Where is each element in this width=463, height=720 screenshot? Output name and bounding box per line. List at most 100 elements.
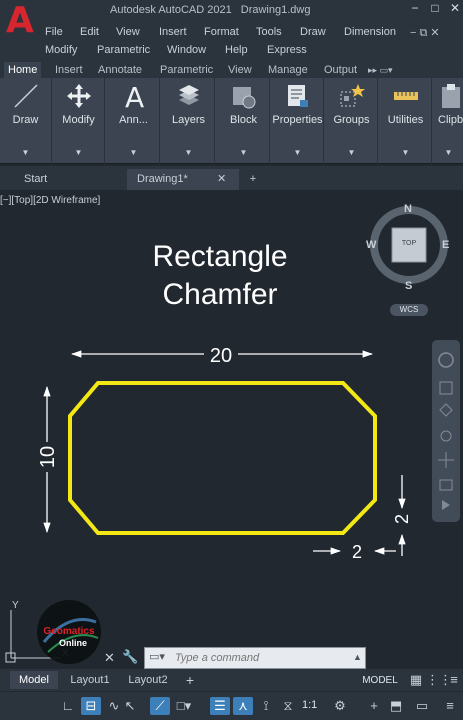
groups-icon: [340, 84, 365, 107]
wcs-menu[interactable]: WCS: [390, 304, 428, 316]
svg-text:A: A: [125, 82, 144, 110]
tab-parametric[interactable]: Parametric: [156, 62, 217, 78]
tab-manage[interactable]: Manage: [264, 62, 312, 78]
compass-south[interactable]: S: [405, 280, 412, 292]
command-line: ✕ 🔧 ▭▾ ▲: [100, 647, 366, 669]
add-icon[interactable]: +: [364, 697, 384, 715]
hardware-acceleration-icon[interactable]: ▭: [412, 697, 432, 715]
ribbon-block-button[interactable]: Block ▼: [218, 78, 270, 164]
selection-cycling-icon[interactable]: ⋏: [233, 697, 253, 715]
viewport-controls[interactable]: [−][Top][2D Wireframe]: [0, 195, 100, 206]
menu-file[interactable]: File: [45, 26, 63, 38]
menu-parametric[interactable]: Parametric: [97, 44, 150, 56]
lineweight-icon[interactable]: ☰: [210, 697, 230, 715]
ribbon-layers-button[interactable]: Layers ▼: [163, 78, 215, 164]
ribbon-groups-label: Groups: [333, 114, 370, 126]
workspace-gear-icon[interactable]: ⚙: [330, 697, 350, 715]
autocad-logo-icon: A: [6, 0, 34, 41]
menu-view[interactable]: View: [116, 26, 140, 38]
tab-layout2[interactable]: Layout2: [122, 671, 174, 689]
command-expand-icon[interactable]: ▲: [353, 652, 362, 662]
compass-north[interactable]: N: [404, 203, 412, 215]
polar-tracking-icon[interactable]: ↖: [120, 697, 140, 715]
menu-help[interactable]: Help: [225, 44, 248, 56]
new-tab-button[interactable]: +: [246, 169, 260, 190]
status-menu-icon[interactable]: ≡: [444, 671, 463, 689]
tab-layout1[interactable]: Layout1: [64, 671, 116, 689]
tab-start[interactable]: Start: [0, 169, 125, 190]
tab-drawing1[interactable]: Drawing1* ✕: [127, 169, 239, 190]
title-app-name: Autodesk AutoCAD 2021: [110, 4, 232, 16]
ribbon-properties-label: Properties: [272, 114, 323, 126]
menu-edit[interactable]: Edit: [80, 26, 99, 38]
chevron-down-icon: ▼: [21, 148, 30, 157]
viewcube-top-face[interactable]: TOP: [392, 240, 426, 247]
title-file-name: Drawing1.dwg: [240, 4, 311, 16]
tab-view[interactable]: View: [224, 62, 256, 78]
menu-format[interactable]: Format: [204, 26, 239, 38]
status-bar: ∟ ⊟ ∿ ↖ ⟋ □▾ ☰ ⋏ ⟟ ⧖ 1:1 ⚙ + ⬒ ▭ ≡: [0, 692, 463, 720]
tab-drawing1-label: Drawing1*: [137, 173, 188, 185]
object-snap-tracking-icon[interactable]: ⟋: [150, 697, 170, 715]
tab-output[interactable]: Output: [320, 62, 361, 78]
command-input[interactable]: [175, 652, 345, 664]
move-icon: [67, 84, 91, 108]
ribbon-draw-button[interactable]: Draw ▼: [0, 78, 52, 164]
annotation-monitor-icon[interactable]: ⟟: [256, 697, 276, 715]
window-title: Autodesk AutoCAD 2021 Drawing1.dwg: [110, 4, 316, 16]
menu-window[interactable]: Window: [167, 44, 206, 56]
infer-constraints-icon[interactable]: ∟: [58, 697, 78, 715]
ribbon-clipboard-button[interactable]: Clipb ▼: [434, 78, 463, 164]
annotation-scale[interactable]: 1:1: [302, 699, 317, 711]
units-icon[interactable]: ⧖: [278, 697, 298, 715]
restore-down-icon[interactable]: − ⧉ ✕: [410, 26, 440, 40]
chamfered-rectangle[interactable]: [68, 381, 377, 535]
viewcube[interactable]: N S E W TOP WCS: [365, 203, 453, 318]
tab-insert[interactable]: Insert: [51, 62, 87, 78]
ribbon-clipboard-label: Clipb: [438, 114, 463, 126]
ribbon-panel: Draw ▼ Modify ▼ A Ann... ▼ Layers ▼ Bloc…: [0, 78, 463, 164]
chevron-down-icon: ▼: [293, 148, 302, 157]
dim-chamfer-h-text: 2: [352, 542, 362, 562]
menu-insert[interactable]: Insert: [159, 26, 187, 38]
osnap-icon[interactable]: □▾: [174, 697, 194, 715]
close-command-icon[interactable]: ✕: [104, 650, 115, 666]
compass-east[interactable]: E: [442, 239, 449, 251]
isolate-objects-icon[interactable]: ⬒: [386, 697, 406, 715]
tab-annotate[interactable]: Annotate: [94, 62, 146, 78]
minimize-button[interactable]: −: [408, 1, 422, 15]
application-menu-button[interactable]: A: [0, 0, 40, 41]
menu-express[interactable]: Express: [267, 44, 307, 56]
navigation-bar-icons: [438, 352, 454, 510]
tab-model[interactable]: Model: [10, 671, 58, 689]
ribbon-annotation-button[interactable]: A Ann... ▼: [108, 78, 160, 164]
command-history-icon[interactable]: ▭▾: [149, 650, 165, 663]
close-button[interactable]: ✕: [448, 1, 462, 15]
ribbon-tab-bar: Home Insert Annotate Parametric View Man…: [0, 62, 463, 78]
chevron-down-icon: ▼: [347, 148, 356, 157]
title-bar: A Autodesk AutoCAD 2021 Drawing1.dwg − □…: [0, 0, 463, 62]
tab-home[interactable]: Home: [4, 62, 42, 78]
menu-draw[interactable]: Draw: [300, 26, 326, 38]
grid-icon[interactable]: ▦: [406, 671, 426, 689]
snap-icon[interactable]: ⋮⋮: [426, 671, 452, 689]
navigation-bar[interactable]: [432, 340, 460, 522]
model-space-button[interactable]: MODEL: [360, 674, 400, 688]
dynamic-input-icon[interactable]: ⊟: [81, 697, 101, 715]
new-layout-button[interactable]: +: [183, 671, 197, 689]
document-tab-bar: Start Drawing1* ✕ +: [0, 166, 463, 190]
close-tab-icon[interactable]: ✕: [217, 169, 226, 190]
menu-dimension[interactable]: Dimension: [344, 26, 396, 38]
customize-wrench-icon[interactable]: 🔧: [122, 649, 138, 665]
customization-menu-icon[interactable]: ≡: [440, 697, 460, 715]
ribbon-groups-button[interactable]: Groups ▼: [326, 78, 378, 164]
ribbon-properties-button[interactable]: Properties ▼: [272, 78, 324, 164]
compass-west[interactable]: W: [366, 239, 376, 251]
command-input-box[interactable]: ▭▾ ▲: [144, 647, 366, 669]
more-tabs-icon[interactable]: ▸▸ ▭▾: [364, 62, 397, 78]
ribbon-modify-button[interactable]: Modify ▼: [53, 78, 105, 164]
menu-tools[interactable]: Tools: [256, 26, 282, 38]
ribbon-utilities-button[interactable]: Utilities ▼: [380, 78, 432, 164]
menu-modify[interactable]: Modify: [45, 44, 77, 56]
maximize-button[interactable]: □: [428, 1, 442, 15]
